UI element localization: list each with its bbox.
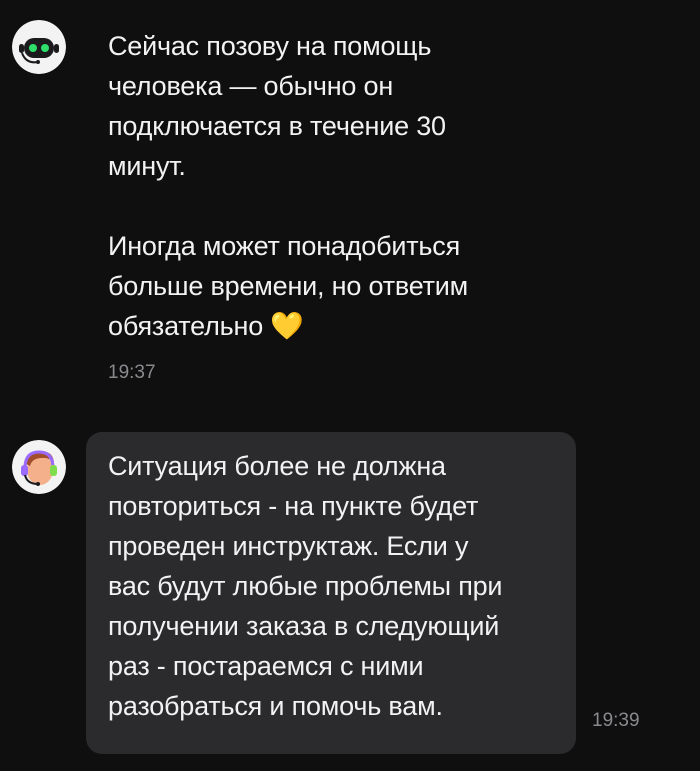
operator-message-text: Ситуация более не должна повториться - н… bbox=[108, 451, 503, 721]
support-operator-headset-icon bbox=[12, 440, 66, 494]
operator-message-timestamp: 19:39 bbox=[592, 710, 640, 731]
bot-message-timestamp: 19:37 bbox=[108, 362, 156, 383]
robot-support-icon bbox=[12, 20, 66, 74]
bot-message-text: Сейчас позову на помощь человека — обычн… bbox=[108, 31, 469, 341]
